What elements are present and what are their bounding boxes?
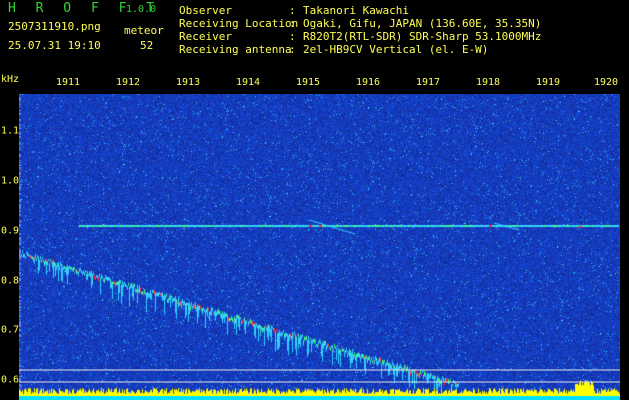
header: H R O F F T 1.0.0 2507311910.png meteor … (0, 0, 629, 72)
datetime: 25.07.31 19:10 (8, 39, 101, 52)
unit-label: kHz (1, 74, 20, 85)
info-observer: Observer : Takanori Kawachi (179, 4, 541, 17)
time-tick-label: 1911 (55, 77, 81, 88)
time-tick-label: 1918 (475, 77, 501, 88)
info-value: 2el-HB9CV Vertical (el. E-W) (303, 43, 489, 56)
time-tick-label: 1919 (535, 77, 561, 88)
time-tick-label: 1916 (355, 77, 381, 88)
spectrogram-overlay (19, 369, 620, 383)
time-tick-label: 1915 (295, 77, 321, 88)
info-antenna: Receiving antenna : 2el-HB9CV Vertical (… (179, 43, 541, 56)
time-tick-label: 1917 (415, 77, 441, 88)
info-separator: : (289, 30, 296, 43)
info-location: Receiving Location : Ogaki, Gifu, JAPAN … (179, 17, 541, 30)
frequency-tick-label: 0.9 (1, 225, 20, 237)
info-key: Observer (179, 4, 232, 17)
meteor-count: 52 (140, 39, 154, 52)
info-value: Takanori Kawachi (303, 4, 409, 17)
app-version: 1.0.0 (126, 4, 157, 15)
frequency-tick-label: 0.8 (1, 275, 20, 287)
time-tick-label: 1912 (115, 77, 141, 88)
info-separator: : (289, 4, 296, 17)
info-value: R820T2(RTL-SDR) SDR-Sharp 53.1000MHz (303, 30, 542, 43)
time-tick-label: 1920 (593, 77, 619, 88)
spectrogram-plot (19, 94, 620, 400)
frequency-axis: kHz 1.1 1.0 0.9 0.8 0.7 0.6 (0, 72, 19, 400)
time-tick-label: 1914 (235, 77, 261, 88)
info-value: Ogaki, Gifu, JAPAN (136.60E, 35.35N) (303, 17, 542, 30)
frequency-tick-label: 0.7 (1, 324, 20, 336)
station-info: Observer : Takanori Kawachi Receiving Lo… (179, 4, 541, 56)
file-name: 2507311910.png (8, 20, 101, 33)
frequency-tick-label: 1.1 (1, 125, 20, 137)
info-key: Receiving antenna (179, 43, 292, 56)
time-axis: 1911 1912 1913 1914 1915 1916 1917 1918 1919 1920 (0, 72, 629, 94)
info-separator: : (289, 17, 296, 30)
frequency-tick-label: 0.6 (1, 374, 20, 386)
info-separator: : (289, 43, 296, 56)
frequency-tick-label: 1.0 (1, 175, 20, 187)
info-key: Receiving Location (179, 17, 299, 30)
info-receiver: Receiver : R820T2(RTL-SDR) SDR-Sharp 53.… (179, 30, 541, 43)
info-key: Receiver (179, 30, 232, 43)
time-tick-label: 1913 (175, 77, 201, 88)
meteor-label: meteor (124, 24, 164, 37)
